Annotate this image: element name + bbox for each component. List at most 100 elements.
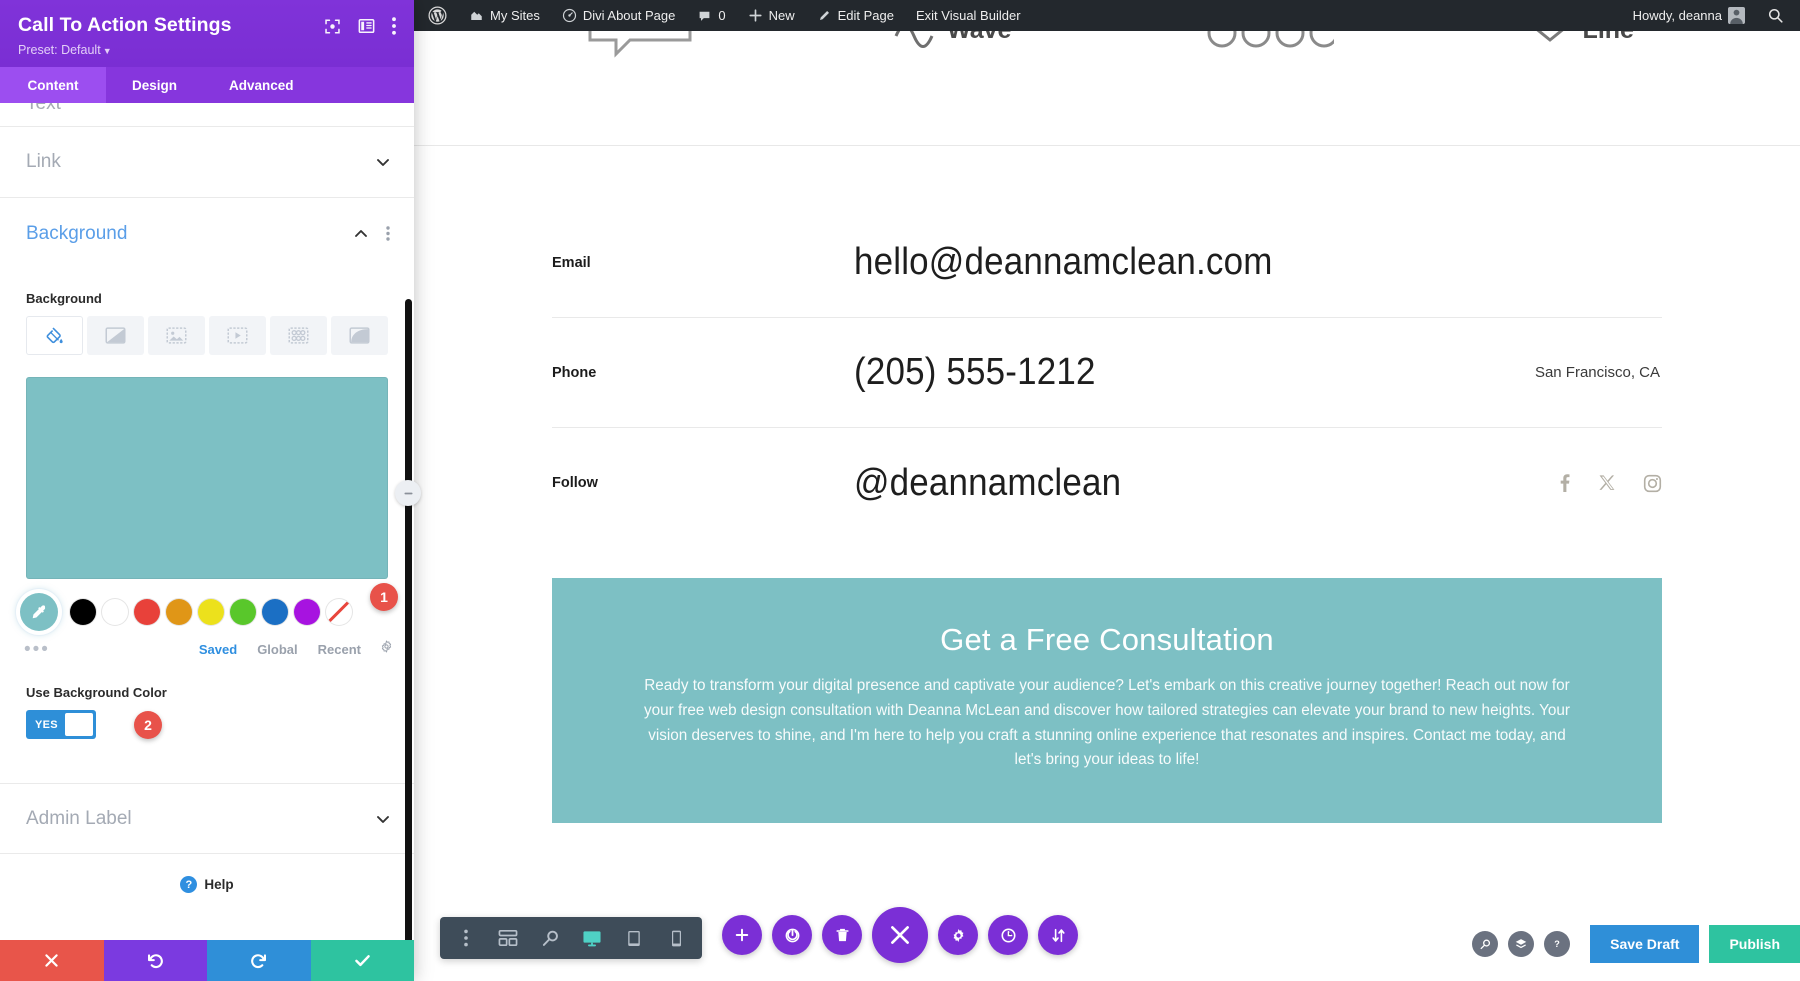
toolbar-wireframe-button[interactable] (488, 917, 528, 959)
panel-resize-handle[interactable] (395, 480, 421, 506)
swatch-black[interactable] (70, 599, 96, 626)
contact-value-phone[interactable]: (205) 555-1212 (854, 351, 1480, 394)
bg-type-gradient-button[interactable] (87, 316, 144, 356)
layout-columns-icon[interactable] (358, 18, 375, 34)
toolbar-zoom-button[interactable] (530, 917, 570, 959)
sites-icon (471, 11, 482, 20)
delete-button[interactable] (822, 915, 862, 955)
section-admin-label-text: Admin Label (26, 807, 132, 829)
logo-wave-label: Wave (947, 31, 1011, 45)
tab-advanced[interactable]: Advanced (203, 67, 320, 103)
comment-bubble-icon (699, 11, 710, 21)
bg-type-image-button[interactable] (148, 316, 205, 356)
color-tab-global[interactable]: Global (257, 642, 297, 657)
dashboard-icon (562, 8, 576, 23)
help-button[interactable]: ? (1544, 931, 1571, 957)
page-settings-button[interactable] (772, 915, 812, 955)
panel-preset-selector[interactable]: Preset: Default ▼ (18, 43, 396, 57)
swatch-orange[interactable] (166, 599, 192, 626)
bg-type-color-button[interactable] (26, 316, 83, 356)
swatch-red[interactable] (134, 599, 160, 626)
page-preview-area: Wave Line (414, 31, 1800, 981)
panel-discard-button[interactable] (0, 940, 104, 981)
panel-help-link[interactable]: ? Help (0, 854, 414, 894)
tab-design[interactable]: Design (106, 67, 203, 103)
chevron-down-icon (377, 815, 389, 823)
add-module-button[interactable] (722, 915, 762, 955)
swatch-yellow[interactable] (198, 599, 224, 626)
contact-value-follow[interactable]: @deannamclean (854, 462, 1500, 505)
trash-icon (835, 928, 849, 941)
cta-module[interactable]: Get a Free Consultation Ready to transfo… (552, 578, 1662, 824)
toolbar-phone-view-button[interactable] (656, 917, 696, 959)
contact-value-email[interactable]: hello@deannamclean.com (854, 241, 1597, 284)
contact-list: Email hello@deannamclean.com Phone (205)… (414, 146, 1800, 538)
section-link[interactable]: Link (0, 127, 414, 199)
bg-type-pattern-button[interactable] (270, 316, 327, 356)
contact-row-email: Email hello@deannamclean.com (552, 208, 1662, 318)
swatch-blue[interactable] (262, 599, 288, 626)
wp-edit-page-item[interactable]: Edit Page (806, 0, 905, 31)
swatch-purple[interactable] (294, 599, 320, 626)
section-text[interactable]: Text (0, 103, 414, 128)
kebab-menu-icon[interactable] (392, 17, 396, 35)
panel-undo-button[interactable] (103, 940, 207, 981)
wp-exit-visual-builder-item[interactable]: Exit Visual Builder (905, 0, 1032, 31)
tab-content[interactable]: Content (0, 67, 106, 104)
wp-comments-item[interactable]: 0 (686, 0, 736, 31)
panel-save-button[interactable] (310, 940, 414, 981)
publish-button[interactable]: Publish (1709, 925, 1800, 963)
x-twitter-icon[interactable] (1598, 474, 1617, 493)
section-admin-label[interactable]: Admin Label (0, 783, 414, 855)
gear-icon (381, 640, 392, 653)
panel-scrollbar[interactable] (405, 299, 412, 940)
panel-footer-actions (0, 940, 414, 981)
wp-site-name-item[interactable]: Divi About Page (551, 0, 687, 31)
color-tab-recent[interactable]: Recent (318, 642, 361, 657)
color-source-tabs: ••• Saved Global Recent (0, 631, 414, 659)
speech-bubble-icon (588, 31, 692, 58)
focus-target-icon[interactable] (324, 18, 341, 35)
swatch-eyedropper[interactable] (20, 593, 58, 632)
section-background-menu-icon[interactable] (386, 226, 390, 242)
swatch-transparent[interactable] (326, 599, 352, 626)
swatch-green[interactable] (230, 599, 256, 626)
background-color-preview[interactable] (26, 377, 388, 580)
toolbar-desktop-view-button[interactable] (572, 917, 612, 959)
wp-admin-bar: My Sites Divi About Page 0 New Edit Page… (414, 0, 1800, 31)
wp-logo-item[interactable] (414, 0, 458, 31)
bg-type-video-button[interactable] (209, 316, 266, 356)
color-tab-saved[interactable]: Saved (199, 642, 237, 657)
panel-redo-button[interactable] (207, 940, 311, 981)
section-background[interactable]: Background (0, 198, 414, 269)
contact-location: San Francisco, CA (1534, 364, 1660, 381)
color-settings-button[interactable] (379, 639, 394, 659)
portability-button[interactable] (1038, 915, 1078, 955)
close-toolbar-button[interactable] (872, 907, 928, 963)
toolbar-tablet-view-button[interactable] (614, 917, 654, 959)
wp-my-sites-item[interactable]: My Sites (458, 0, 551, 31)
history-button[interactable] (988, 915, 1028, 955)
panel-header-top: Call To Action Settings (18, 14, 396, 37)
search-layers-button[interactable] (1472, 931, 1499, 957)
wp-search-item[interactable] (1756, 0, 1800, 31)
use-background-color-toggle[interactable]: YES (26, 710, 96, 740)
facebook-icon[interactable] (1556, 473, 1572, 493)
section-background-label: Background (26, 222, 128, 244)
logo-row: Wave Line (414, 31, 1800, 87)
more-swatches-button[interactable]: ••• (24, 640, 179, 659)
wireframe-icon (498, 929, 518, 947)
wp-new-item[interactable]: New (737, 0, 806, 31)
wp-account-item[interactable]: Howdy, deanna (1622, 0, 1756, 31)
save-draft-button[interactable]: Save Draft (1590, 925, 1700, 963)
settings-button[interactable] (938, 915, 978, 955)
bg-type-mask-button[interactable] (331, 316, 388, 356)
gear-icon (953, 928, 963, 942)
social-links (1556, 473, 1662, 493)
pattern-icon (288, 327, 309, 345)
toolbar-more-options-button[interactable] (446, 917, 486, 959)
instagram-icon[interactable] (1643, 474, 1662, 493)
swatch-white[interactable] (102, 599, 128, 626)
magnifier-icon (1480, 939, 1490, 949)
layers-view-button[interactable] (1508, 931, 1535, 957)
